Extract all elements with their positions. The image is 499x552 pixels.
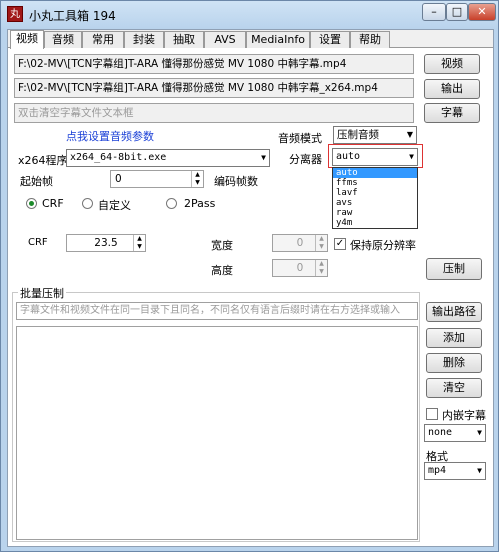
input-video-path[interactable]: F:\02-MV\[TCN字幕组]T-ARA 懂得那份感觉 MV 1080 中韩…: [14, 54, 414, 74]
embed-subtitle-label: 内嵌字幕: [442, 409, 486, 422]
minimize-button[interactable]: –: [422, 3, 446, 21]
main-window: 丸 小丸工具箱 194 – □ ✕ 视频 音频 常用 封装 抽取 AVS Med…: [0, 0, 499, 552]
window-title: 小丸工具箱 194: [29, 9, 116, 23]
add-button[interactable]: 添加: [426, 328, 482, 348]
chevron-down-icon: ▼: [477, 428, 482, 437]
width-spinner[interactable]: 0 ▲ ▼: [272, 234, 328, 252]
width-label: 宽度: [211, 239, 233, 252]
spin-down-icon[interactable]: ▼: [315, 268, 327, 276]
audio-mode-label: 音频模式: [278, 132, 322, 145]
audio-mode-select[interactable]: 压制音频 ▼: [333, 126, 417, 144]
height-label: 高度: [211, 264, 233, 277]
title-bar[interactable]: 丸 小丸工具箱 194 – □ ✕: [1, 1, 498, 27]
rc-2pass-radio[interactable]: [166, 198, 177, 209]
maximize-button[interactable]: □: [446, 3, 468, 21]
demuxer-option[interactable]: avs: [333, 198, 417, 208]
x264-value: x264_64-8bit.exe: [70, 152, 167, 163]
app-icon: 丸: [7, 6, 23, 22]
spin-up-icon[interactable]: ▲: [315, 260, 327, 268]
demuxer-dropdown-list: auto ffms lavf avs raw y4m: [332, 167, 418, 229]
rc-custom-radio[interactable]: [82, 198, 93, 209]
demuxer-label: 分离器: [289, 153, 322, 166]
format-select[interactable]: mp4 ▼: [424, 462, 486, 480]
encode-frames-label: 编码帧数: [214, 175, 258, 188]
spin-down-icon[interactable]: ▼: [315, 243, 327, 251]
spin-up-icon[interactable]: ▲: [133, 235, 145, 243]
tab-mux[interactable]: 封装: [124, 31, 164, 48]
subtitle-lang-value: none: [428, 427, 453, 438]
subtitle-path[interactable]: 双击清空字幕文件文本框: [14, 103, 414, 123]
clear-button[interactable]: 清空: [426, 378, 482, 398]
x264-label: x264程序: [18, 154, 68, 167]
batch-hint-field[interactable]: 字幕文件和视频文件在同一目录下且同名，不同名仅有语言后缀时请在右方选择或输入: [16, 302, 418, 320]
video-button[interactable]: 视频: [424, 54, 480, 74]
start-frame-label: 起始帧: [20, 175, 53, 188]
demuxer-option[interactable]: auto: [333, 168, 417, 178]
demuxer-select[interactable]: auto ▼: [332, 148, 418, 166]
rc-crf-radio[interactable]: [26, 198, 37, 209]
demuxer-option[interactable]: raw: [333, 208, 417, 218]
chevron-down-icon: ▼: [409, 152, 414, 161]
rc-crf-label: CRF: [42, 197, 64, 210]
spin-up-icon[interactable]: ▲: [315, 235, 327, 243]
tab-strip: 视频 音频 常用 封装 抽取 AVS MediaInfo 设置 帮助: [8, 30, 493, 49]
spin-up-icon[interactable]: ▲: [191, 171, 203, 179]
delete-button[interactable]: 删除: [426, 353, 482, 373]
video-panel: F:\02-MV\[TCN字幕组]T-ARA 懂得那份感觉 MV 1080 中韩…: [8, 48, 493, 546]
demuxer-option[interactable]: lavf: [333, 188, 417, 198]
tab-mediainfo[interactable]: MediaInfo: [246, 31, 310, 48]
crf-label: CRF: [28, 237, 48, 248]
output-button[interactable]: 输出: [424, 79, 480, 99]
tab-audio[interactable]: 音频: [44, 31, 82, 48]
chevron-down-icon: ▼: [406, 130, 413, 139]
chevron-down-icon: ▼: [261, 153, 266, 162]
demuxer-option[interactable]: ffms: [333, 178, 417, 188]
tab-video[interactable]: 视频: [10, 30, 44, 49]
start-frame-value: 0: [115, 173, 122, 185]
close-button[interactable]: ✕: [468, 3, 496, 21]
keep-resolution-checkbox[interactable]: ✓: [334, 238, 346, 250]
demuxer-option[interactable]: y4m: [333, 218, 417, 228]
tab-common[interactable]: 常用: [82, 31, 124, 48]
crf-spinner[interactable]: 23.5 ▲ ▼: [66, 234, 146, 252]
output-video-path[interactable]: F:\02-MV\[TCN字幕组]T-ARA 懂得那份感觉 MV 1080 中韩…: [14, 78, 414, 98]
start-frame-spinner[interactable]: 0 ▲ ▼: [110, 170, 204, 188]
spin-down-icon[interactable]: ▼: [133, 243, 145, 251]
x264-select[interactable]: x264_64-8bit.exe ▼: [66, 149, 270, 167]
encode-button[interactable]: 压制: [426, 258, 482, 280]
rc-custom-label: 自定义: [98, 199, 131, 212]
spin-down-icon[interactable]: ▼: [191, 179, 203, 187]
client-area: 视频 音频 常用 封装 抽取 AVS MediaInfo 设置 帮助 F:\02…: [7, 29, 494, 547]
keep-resolution-label: 保持原分辨率: [350, 239, 416, 252]
demuxer-value: auto: [336, 151, 361, 162]
output-path-button[interactable]: 输出路径: [426, 302, 482, 322]
rc-2pass-label: 2Pass: [184, 197, 216, 210]
tab-settings[interactable]: 设置: [310, 31, 350, 48]
height-spinner[interactable]: 0 ▲ ▼: [272, 259, 328, 277]
batch-file-list[interactable]: [16, 326, 418, 540]
subtitle-lang-select[interactable]: none ▼: [424, 424, 486, 442]
tab-avs[interactable]: AVS: [204, 31, 246, 48]
audio-mode-value: 压制音频: [337, 129, 379, 141]
subtitle-button[interactable]: 字幕: [424, 103, 480, 123]
width-value: 0: [296, 237, 304, 249]
height-value: 0: [296, 262, 304, 274]
chevron-down-icon: ▼: [477, 466, 482, 475]
crf-value: 23.5: [94, 237, 118, 249]
tab-extract[interactable]: 抽取: [164, 31, 204, 48]
batch-group-label: 批量压制: [18, 285, 66, 301]
audio-settings-link[interactable]: 点我设置音频参数: [66, 128, 154, 144]
tab-help[interactable]: 帮助: [350, 31, 390, 48]
embed-subtitle-checkbox[interactable]: [426, 408, 438, 420]
format-value: mp4: [428, 465, 447, 476]
